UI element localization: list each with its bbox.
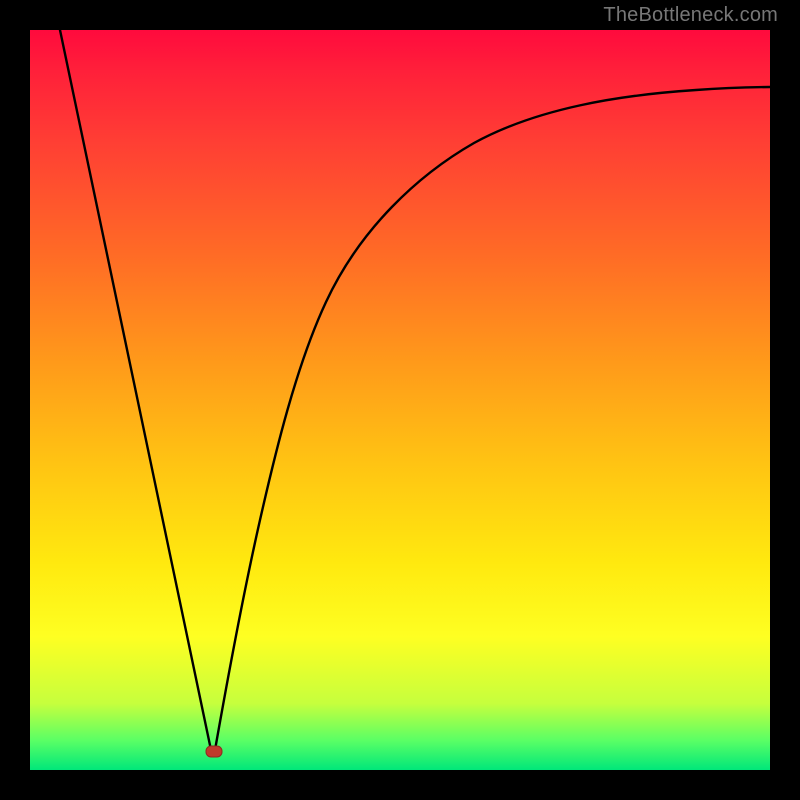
- minimum-marker-icon: [206, 746, 222, 757]
- curve-right-branch: [215, 87, 770, 750]
- watermark-text: TheBottleneck.com: [603, 4, 778, 27]
- chart-frame: TheBottleneck.com: [0, 0, 800, 800]
- chart-plot-area: [30, 30, 770, 770]
- chart-curve-layer: [30, 30, 770, 770]
- curve-left-branch: [60, 30, 211, 750]
